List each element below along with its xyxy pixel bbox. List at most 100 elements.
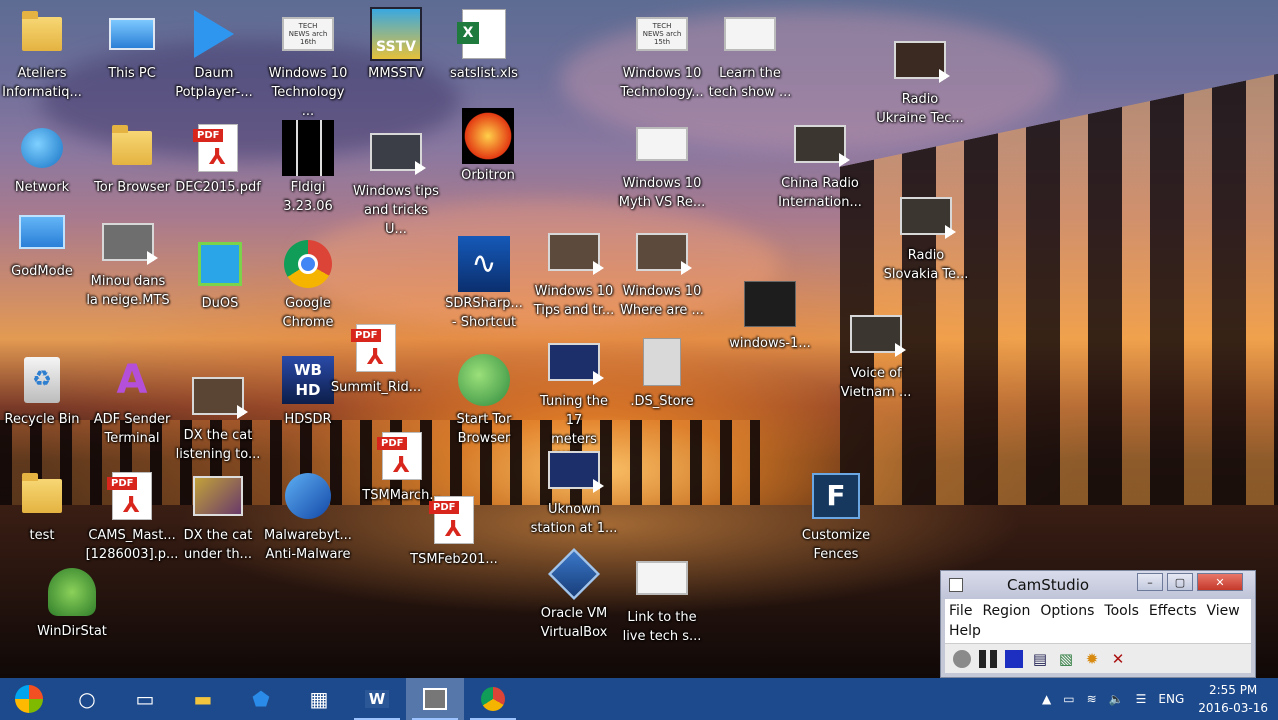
desktop-icon-satslist[interactable]: X satslist.xls (440, 8, 528, 83)
icon-label: windows-1... (729, 336, 811, 351)
annotate-icon[interactable]: ✕ (1109, 650, 1127, 668)
desktop-icon-cams[interactable]: PDF CAMS_Mast... [1286003].p... (86, 470, 178, 564)
desktop-icon-radio-ukraine[interactable]: Radio Ukraine Tec... (876, 34, 964, 128)
desktop-icon-win10-myth[interactable]: Windows 10 Myth VS Re... (618, 118, 706, 212)
icon-label: Windows 10 Technology ... (268, 66, 348, 119)
desktop-icon-dx-under[interactable]: DX the cat under th... (174, 470, 262, 564)
desktop-icon-start-tor[interactable]: Start Tor Browser (440, 354, 528, 448)
icon-label: Uknown station at 1... (530, 502, 618, 536)
desktop-icon-customize-fences[interactable]: F Customize Fences (792, 470, 880, 564)
desktop-icon-adf-sender[interactable]: A ADF Sender Terminal (88, 354, 176, 448)
desktop-icon-duos[interactable]: DuOS (176, 238, 264, 313)
start-button[interactable] (0, 678, 58, 720)
volume-icon[interactable]: 🔈 (1109, 692, 1124, 706)
desktop-icon-ds-store[interactable]: .DS_Store (618, 336, 706, 411)
language-indicator[interactable]: ENG (1158, 692, 1184, 706)
desktop-icon-dec2015[interactable]: PDF DEC2015.pdf (174, 122, 262, 197)
taskbar-file-explorer[interactable]: ▬ (174, 678, 232, 720)
desktop-icon-link-live[interactable]: Link to the live tech s... (618, 552, 706, 646)
taskbar-chrome[interactable] (464, 678, 522, 720)
desktop-icon-mmsstv[interactable]: SSTV MMSSTV (352, 7, 440, 83)
wifi-icon[interactable]: ≋ (1087, 692, 1097, 706)
desktop-icon-recycle-bin[interactable]: ♻ Recycle Bin (0, 354, 86, 429)
desktop-icon-win10-tips[interactable]: Windows 10 Tips and tr... (530, 226, 618, 320)
desktop-icon-tor-browser[interactable]: Tor Browser (88, 122, 176, 197)
desktop-icon-godmode[interactable]: GodMode (0, 206, 86, 281)
globe-icon (458, 354, 510, 406)
record-icon[interactable] (953, 649, 971, 668)
desktop-icon-orbitron[interactable]: Orbitron (444, 108, 532, 185)
taskbar-word[interactable]: W (348, 678, 406, 720)
taskbar: ○ ▭ ▬ ⬟ ▦ W ▲ ▭ ≋ 🔈 ☰ ENG 2:55 PM 2016-0… (0, 678, 1278, 720)
desktop-icon-windirstat[interactable]: WinDirStat (28, 566, 116, 641)
sdrsharp-icon: ∿ (458, 236, 510, 292)
pause-icon[interactable] (979, 649, 997, 668)
waterfall-icon (282, 120, 334, 176)
taskbar-store[interactable]: ⬟ (232, 678, 290, 720)
icon-label: Daum Potplayer-... (175, 66, 253, 100)
icon-label: test (29, 528, 55, 543)
desktop-icon-fldigi[interactable]: Fldigi 3.23.06 (264, 120, 352, 216)
clock[interactable]: 2:55 PM 2016-03-16 (1198, 681, 1268, 717)
desktop-icon-learn-tech-show[interactable]: Learn the tech show ... (706, 8, 794, 102)
shield-icon: ⬟ (252, 687, 270, 711)
taskbar-windows-store[interactable]: ▦ (290, 678, 348, 720)
desktop-icon-this-pc[interactable]: This PC (88, 8, 176, 83)
control-panel-icon (19, 215, 65, 249)
desktop-icon-radio-slovakia[interactable]: Radio Slovakia Te... (882, 190, 970, 284)
search-button[interactable]: ○ (58, 678, 116, 720)
menu-help[interactable]: Help (949, 623, 981, 639)
icon-label: China Radio Internation... (778, 176, 862, 210)
menu-options[interactable]: Options (1040, 603, 1094, 619)
desktop-icon-uknown[interactable]: Uknown station at 1... (530, 444, 618, 538)
task-view-button[interactable]: ▭ (116, 678, 174, 720)
desktop-icon-google-chrome[interactable]: Google Chrome (264, 238, 352, 332)
desktop-icon-virtualbox[interactable]: Oracle VM VirtualBox (530, 547, 618, 642)
desktop-icon-malwarebytes[interactable]: Malwarebyt... Anti-Malware (264, 470, 352, 564)
icon-label: satslist.xls (450, 66, 518, 81)
desktop-icon-tsmfeb[interactable]: PDF TSMFeb201... (410, 494, 498, 569)
icon-label: Windows 10 Where are ... (620, 284, 704, 318)
fences-icon: F (812, 473, 860, 519)
desktop-icon-china-radio[interactable]: China Radio Internation... (776, 118, 864, 212)
sstv-icon: SSTV (370, 7, 422, 61)
desktop-icon-dx-listening[interactable]: DX the cat listening to... (174, 370, 262, 464)
desktop-icon-minou[interactable]: Minou dans la neige.MTS (84, 216, 172, 310)
computer-icon (109, 18, 155, 50)
chrome-icon (284, 240, 332, 288)
menu-file[interactable]: File (949, 603, 972, 619)
icon-label: Network (14, 180, 70, 195)
minimize-button[interactable]: – (1137, 573, 1163, 591)
maximize-button[interactable]: ▢ (1167, 573, 1193, 591)
chevron-up-icon[interactable]: ▲ (1042, 692, 1051, 706)
desktop-icon-ateliers[interactable]: Ateliers Informatiq... (0, 8, 86, 102)
camstudio-window[interactable]: CamStudio – ▢ ✕ File Region Options Tools Ef… (940, 570, 1256, 678)
menu-effects[interactable]: Effects (1149, 603, 1197, 619)
desktop-icon-network[interactable]: Network (0, 122, 86, 197)
camstudio-titlebar[interactable]: CamStudio – ▢ ✕ (941, 571, 1255, 599)
menu-tools[interactable]: Tools (1104, 603, 1139, 619)
battery-icon[interactable]: ▭ (1063, 692, 1074, 706)
desktop-icon-win10-where[interactable]: Windows 10 Where are ... (618, 226, 706, 320)
taskbar-camstudio[interactable] (406, 678, 464, 720)
settings-icon[interactable]: ✹ (1083, 650, 1101, 668)
network-icon (21, 128, 63, 168)
desktop-icon-win10-technology[interactable]: TECH NEWS arch 16th Windows 10 Technolog… (264, 8, 352, 121)
close-button[interactable]: ✕ (1197, 573, 1243, 591)
options-icon[interactable]: ▧ (1057, 650, 1075, 668)
notification-icon[interactable]: ☰ (1136, 692, 1147, 706)
desktop-icon-voice-vietnam[interactable]: Voice of Vietnam ... (832, 308, 920, 402)
desktop-icon-windows-tips[interactable]: Windows tips and tricks U... (352, 126, 440, 239)
menu-view[interactable]: View (1207, 603, 1240, 619)
desktop-icon-test[interactable]: test (0, 470, 86, 545)
folder-user-icon (22, 11, 62, 51)
desktop-icon-summit[interactable]: PDF Summit_Rid... (331, 322, 421, 397)
desktop-icon-win10-technology-2[interactable]: TECH NEWS arch 15th Windows 10 Technolog… (618, 8, 706, 102)
desktop-icon-daum-potplayer[interactable]: Daum Potplayer-... (170, 8, 258, 102)
desktop-icon-sdrsharp[interactable]: ∿ SDRSharp... - Shortcut (440, 236, 528, 332)
stop-icon[interactable] (1005, 649, 1023, 668)
folder-globe-icon (112, 125, 152, 165)
desktop-icon-windows-1[interactable]: windows-1... (726, 278, 814, 353)
menu-region[interactable]: Region (982, 603, 1030, 619)
region-icon[interactable]: ▤ (1031, 650, 1049, 668)
